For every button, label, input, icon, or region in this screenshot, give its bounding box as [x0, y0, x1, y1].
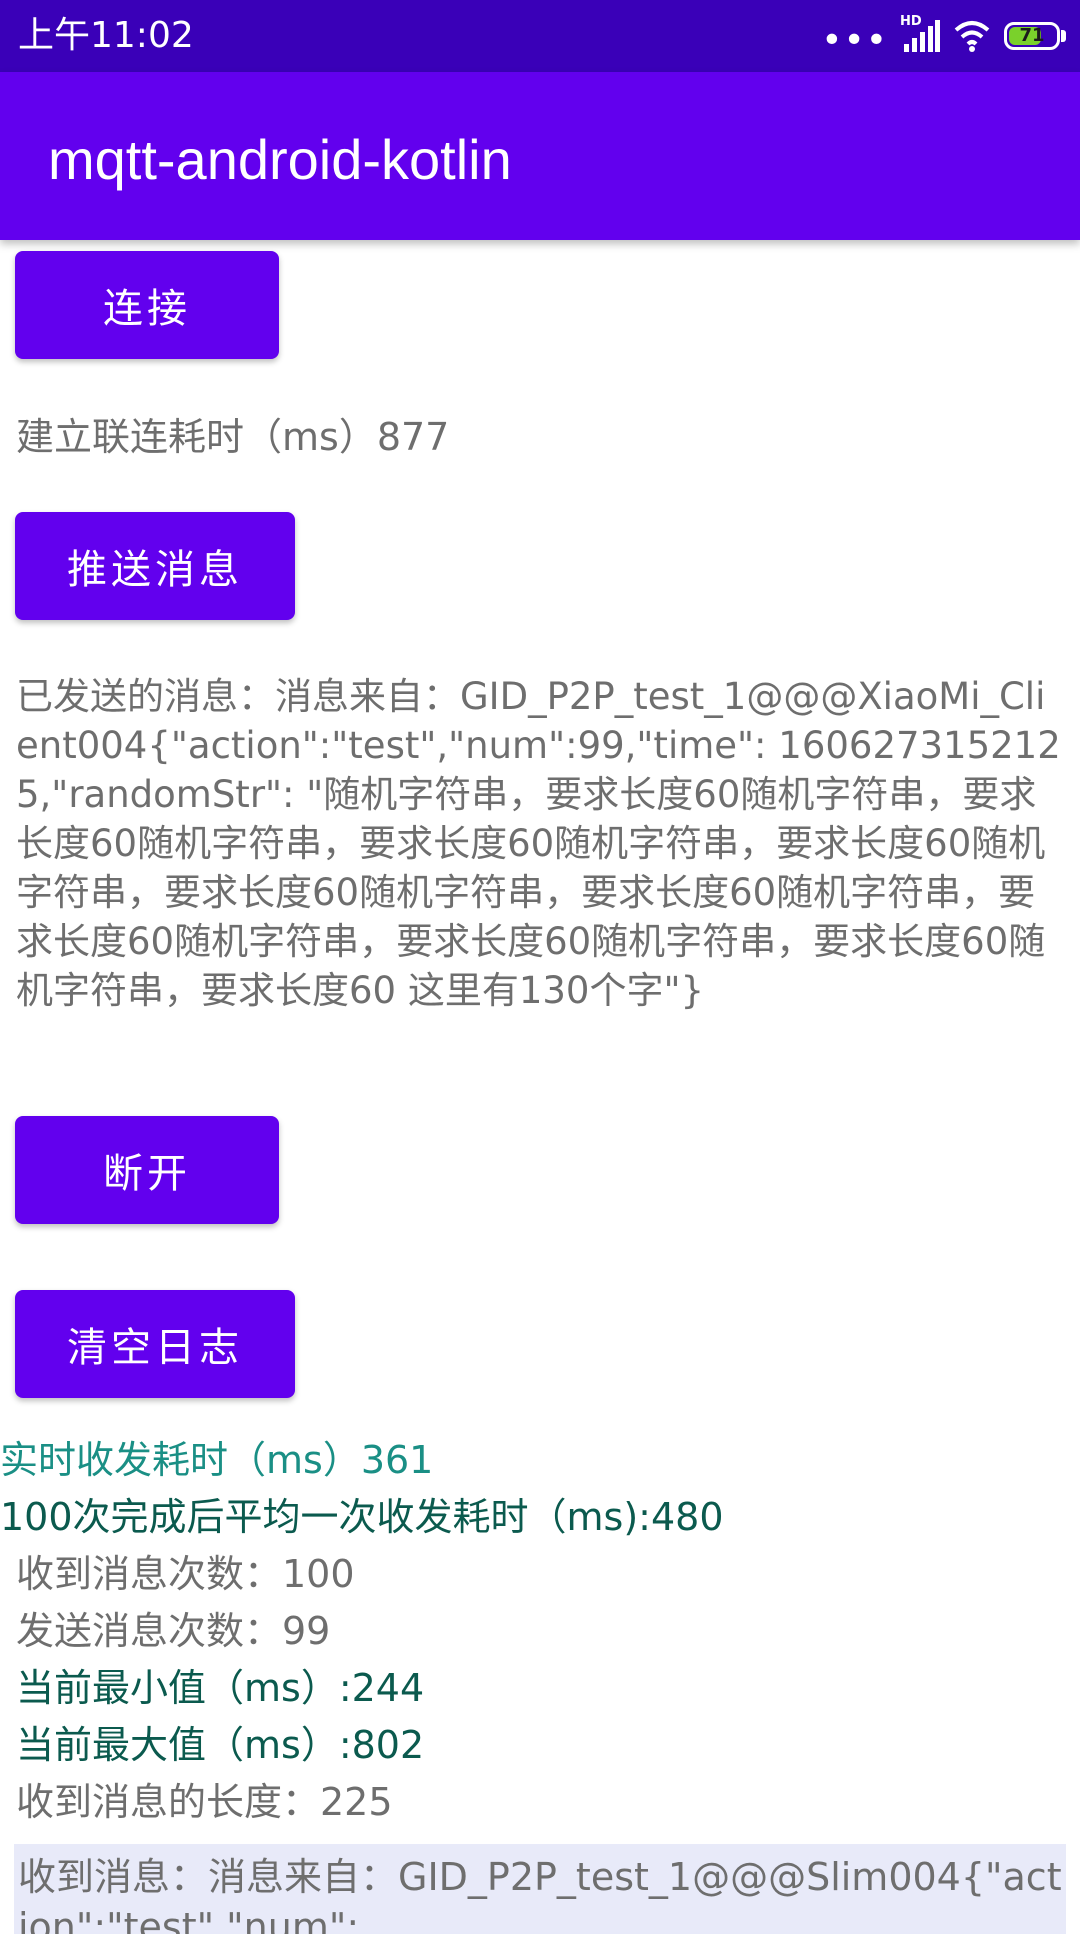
connect-time-text: 建立联连耗时（ms）877 [16, 415, 450, 459]
app-title: mqtt-android-kotlin [48, 128, 512, 191]
more-notifications-icon: ••• [821, 20, 888, 61]
battery-tip [1061, 30, 1066, 42]
battery-icon: 71 [1004, 22, 1066, 50]
app-bar: mqtt-android-kotlin [0, 72, 1080, 240]
status-time: 上午11:02 [18, 15, 194, 56]
battery-percent: 71 [1019, 25, 1045, 46]
clear-log-button[interactable]: 清空日志 [15, 1290, 295, 1398]
sent-count-text: 发送消息次数：99 [16, 1609, 331, 1653]
wifi-icon [952, 18, 992, 54]
status-icons: ••• HD 71 [821, 14, 1066, 61]
received-message-text: 收到消息：消息来自：GID_P2P_test_1@@@Slim004{"acti… [18, 1855, 1062, 1934]
signal-icon: HD [900, 14, 940, 54]
received-message-box: 收到消息：消息来自：GID_P2P_test_1@@@Slim004{"acti… [14, 1844, 1066, 1934]
status-bar: 上午11:02 ••• HD 71 [0, 0, 1080, 72]
publish-message-button[interactable]: 推送消息 [15, 512, 295, 620]
received-count-text: 收到消息次数：100 [16, 1552, 355, 1596]
battery-body: 71 [1004, 22, 1060, 50]
average-latency-text: 100次完成后平均一次收发耗时（ms):480 [0, 1495, 724, 1539]
realtime-latency-text: 实时收发耗时（ms）361 [0, 1438, 434, 1482]
disconnect-button[interactable]: 断开 [15, 1116, 279, 1224]
network-type-label: HD [900, 14, 922, 29]
min-latency-text: 当前最小值（ms）:244 [16, 1666, 425, 1710]
connect-button[interactable]: 连接 [15, 251, 279, 359]
sent-message-text: 已发送的消息：消息来自：GID_P2P_test_1@@@XiaoMi_Clie… [16, 675, 1061, 1012]
received-length-text: 收到消息的长度：225 [16, 1780, 393, 1824]
max-latency-text: 当前最大值（ms）:802 [16, 1723, 425, 1767]
